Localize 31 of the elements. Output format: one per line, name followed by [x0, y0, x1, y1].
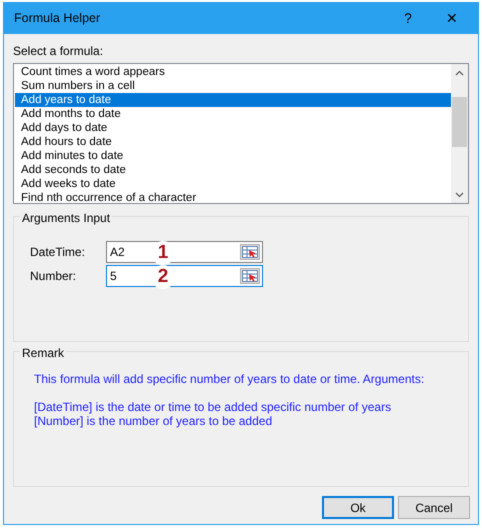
range-picker-button[interactable] [240, 244, 260, 260]
list-item[interactable]: Add minutes to date [15, 149, 451, 163]
close-button[interactable]: ✕ [430, 3, 474, 34]
field-label: DateTime: [29, 244, 86, 261]
list-item[interactable]: Add months to date [15, 107, 451, 121]
list-item[interactable]: Find nth occurrence of a character [15, 191, 451, 203]
remark-text: [Number] is the number of years to be added [33, 414, 274, 428]
list-item[interactable]: Add days to date [15, 121, 451, 135]
scroll-up-icon[interactable] [455, 70, 464, 76]
list-label: Select a formula: [13, 43, 104, 58]
argument-field[interactable]: A2 1 [106, 241, 263, 263]
field-label: Number: [29, 268, 78, 285]
ok-button[interactable]: Ok [322, 496, 394, 519]
list-item[interactable]: Add years to date [15, 93, 451, 107]
list-item[interactable]: Add seconds to date [15, 163, 451, 177]
scroll-down-icon[interactable] [455, 192, 464, 198]
list-item[interactable]: Count times a word appears [15, 65, 451, 79]
list-item[interactable]: Add hours to date [15, 135, 451, 149]
scroll-thumb[interactable] [452, 97, 467, 147]
cancel-button[interactable]: Cancel [398, 496, 470, 519]
remark-text: [DateTime] is the date or time to be added specific number of years [33, 400, 392, 414]
scrollbar[interactable] [451, 64, 468, 203]
list-item[interactable]: Add weeks to date [15, 177, 451, 191]
window-title: Formula Helper [14, 10, 102, 28]
range-select-icon [242, 270, 258, 282]
remark-text: This formula will add specific number of years to date or time. Arguments: [33, 372, 426, 386]
range-picker-button[interactable] [240, 268, 260, 284]
help-button[interactable]: ? [386, 3, 430, 34]
list-item[interactable]: Sum numbers in a cell [15, 79, 451, 93]
argument-field[interactable]: 5 2 [106, 265, 263, 287]
range-select-icon [242, 246, 258, 258]
